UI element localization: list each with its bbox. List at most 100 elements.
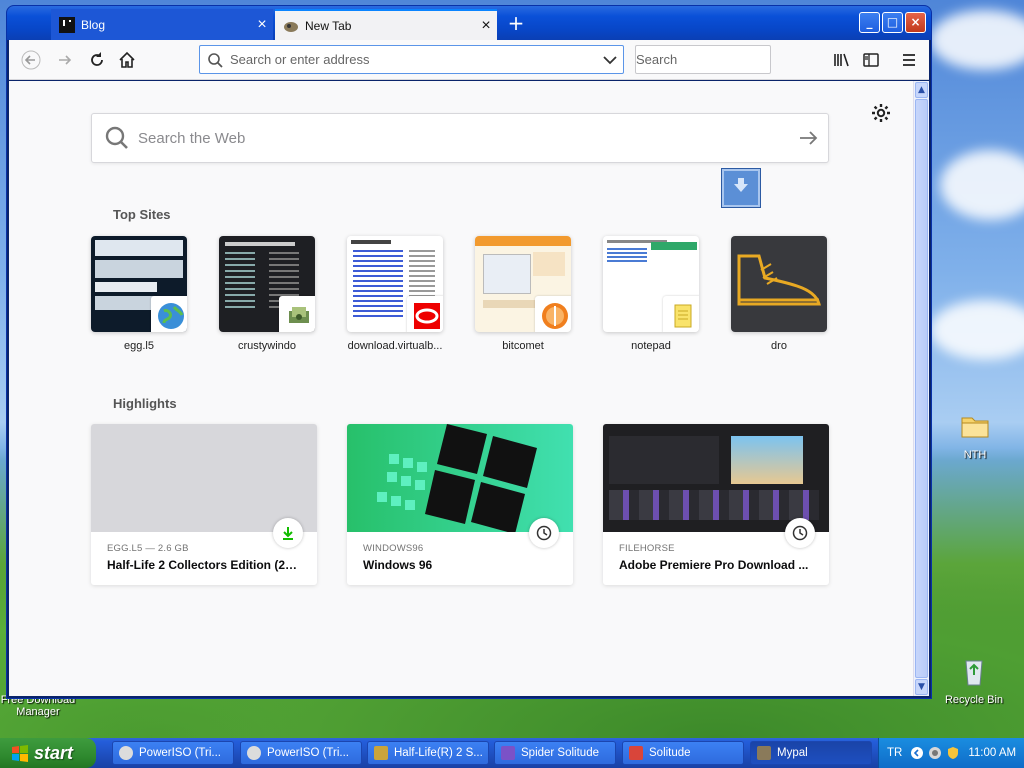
top-site-tile[interactable]: crustywindo: [219, 236, 315, 352]
reload-button[interactable]: [83, 46, 111, 74]
cloud: [940, 150, 1024, 220]
card-image: [603, 424, 829, 532]
top-site-tile[interactable]: notepad: [603, 236, 699, 352]
clock-icon: [529, 518, 559, 548]
search-icon: [208, 52, 223, 68]
tab-close-icon[interactable]: ×: [475, 17, 497, 35]
taskbar-item-active[interactable]: Mypal: [750, 741, 872, 765]
top-site-tile[interactable]: egg.l5: [91, 236, 187, 352]
desktop-icon-recycle-bin[interactable]: Recycle Bin: [934, 655, 1014, 706]
taskbar-item[interactable]: PowerISO (Tri...: [240, 741, 362, 765]
network-icon[interactable]: [928, 746, 942, 760]
gear-icon[interactable]: [871, 103, 891, 123]
cloud: [930, 10, 1024, 70]
tab-close-icon[interactable]: ×: [251, 16, 273, 34]
system-tray: TR 11:00 AM: [878, 738, 1024, 768]
scroll-up-icon[interactable]: ▲: [915, 82, 928, 98]
language-indicator[interactable]: TR: [887, 747, 902, 759]
site-thumbnail: [347, 236, 443, 332]
highlight-card[interactable]: WINDOWS96 Windows 96: [347, 424, 573, 585]
taskbar-item[interactable]: Spider Solitude: [494, 741, 616, 765]
library-button[interactable]: [827, 46, 855, 74]
card-title: Adobe Premiere Pro Download ...: [619, 558, 809, 572]
maximize-button[interactable]: □: [882, 12, 903, 33]
minimize-button[interactable]: _: [859, 12, 880, 33]
scroll-thumb[interactable]: [915, 99, 928, 678]
desktop-icon-nth[interactable]: NTH: [935, 410, 1015, 461]
top-site-tile[interactable]: dro: [731, 236, 827, 352]
url-input[interactable]: [230, 52, 597, 67]
card-image: [91, 424, 317, 532]
top-site-tile[interactable]: bitcomet: [475, 236, 571, 352]
recycle-bin-icon: [965, 660, 983, 686]
card-source: EGG.L5 — 2.6 GB: [107, 543, 189, 554]
forward-arrow-icon: [59, 55, 72, 65]
card-source: WINDOWS96: [363, 543, 424, 554]
sneaker-icon: [737, 254, 821, 306]
arrow-right-icon[interactable]: [788, 128, 828, 148]
site-thumbnail: [731, 236, 827, 332]
chevron-down-icon[interactable]: [597, 51, 623, 69]
bitcomet-icon: [535, 296, 571, 332]
poweriso-icon: [247, 746, 261, 760]
back-button[interactable]: [17, 46, 45, 74]
taskbar-item[interactable]: Half-Life(R) 2 S...: [367, 741, 489, 765]
highlight-card[interactable]: FILEHORSE Adobe Premiere Pro Download ..…: [603, 424, 829, 585]
taskbar-item[interactable]: Solitude: [622, 741, 744, 765]
search-bar[interactable]: [635, 45, 812, 74]
search-icon: [105, 126, 128, 149]
site-name: crustywindo: [237, 340, 297, 352]
folder-icon: [961, 417, 989, 438]
search-input[interactable]: [636, 52, 812, 67]
tab-label: Blog: [81, 18, 106, 32]
task-label: Solitude: [649, 747, 691, 759]
shield-icon[interactable]: [946, 746, 960, 760]
close-window-button[interactable]: ×: [905, 12, 926, 33]
card-image: [347, 424, 573, 532]
task-label: PowerISO (Tri...: [267, 747, 349, 759]
clock-icon: [785, 518, 815, 548]
site-name: bitcomet: [502, 340, 544, 352]
site-name: download.virtualb...: [347, 340, 443, 352]
chevron-left-icon[interactable]: [910, 746, 924, 760]
browser-window: Blog × New Tab × + _ □ × Search or enter…: [6, 5, 932, 699]
back-arrow-icon: [21, 50, 41, 70]
card-title: Windows 96: [363, 558, 433, 572]
desktop-icon-label: Recycle Bin: [944, 694, 1004, 706]
highlight-card[interactable]: EGG.L5 — 2.6 GB Half-Life 2 Collectors E…: [91, 424, 317, 585]
drag-image-icon[interactable]: [721, 168, 761, 208]
sidebar-button[interactable]: [857, 46, 885, 74]
new-tab-button[interactable]: +: [505, 13, 527, 35]
scroll-down-icon[interactable]: ▼: [915, 679, 928, 695]
mypal-icon: [757, 746, 771, 760]
task-label: Spider Solitude: [521, 747, 599, 759]
poweriso-icon: [119, 746, 133, 760]
menu-button[interactable]: [895, 46, 923, 74]
halflife-icon: [374, 746, 388, 760]
highlights-heading: Highlights: [113, 396, 177, 411]
taskbar-item[interactable]: PowerISO (Tri...: [112, 741, 234, 765]
home-button[interactable]: [113, 46, 141, 74]
tab-new-tab[interactable]: New Tab ×: [275, 9, 497, 41]
start-button[interactable]: start: [0, 738, 96, 768]
download-arrow-icon: [734, 178, 748, 192]
site-thumbnail: [91, 236, 187, 332]
top-sites-heading: Top Sites: [113, 207, 171, 222]
cloud: [930, 300, 1024, 360]
home-icon: [119, 51, 135, 68]
web-search-input[interactable]: [138, 129, 788, 147]
blog-favicon-icon: [59, 17, 75, 33]
top-site-tile[interactable]: download.virtualb...: [347, 236, 443, 352]
url-bar[interactable]: [199, 45, 624, 74]
site-name: dro: [771, 340, 787, 352]
vertical-scrollbar[interactable]: ▲ ▼: [913, 81, 929, 696]
clock[interactable]: 11:00 AM: [968, 747, 1016, 759]
new-tab-page: Top Sites egg.l5: [9, 81, 913, 696]
web-search-box[interactable]: [91, 113, 829, 163]
task-label: PowerISO (Tri...: [139, 747, 221, 759]
forward-button[interactable]: [51, 46, 79, 74]
download-icon: [273, 518, 303, 548]
site-thumbnail: [219, 236, 315, 332]
tab-blog[interactable]: Blog ×: [51, 9, 273, 41]
card-title: Half-Life 2 Collectors Edition (21...: [107, 558, 301, 572]
